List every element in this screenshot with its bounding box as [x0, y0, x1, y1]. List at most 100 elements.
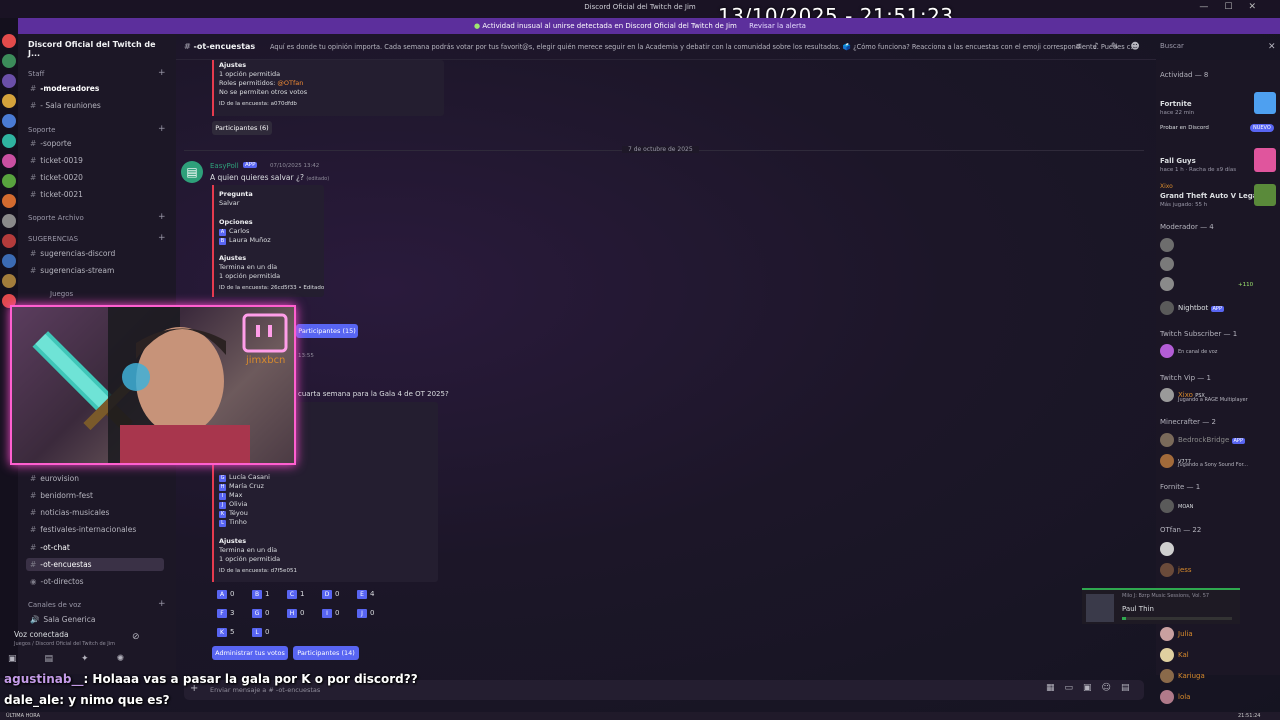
game-thumbnail[interactable]	[1254, 92, 1276, 114]
author-name[interactable]: EasyPoll	[210, 162, 239, 170]
server-icon[interactable]	[2, 114, 16, 128]
review-alert-button[interactable]: Revisar la alerta	[749, 22, 806, 30]
server-icon[interactable]	[2, 134, 16, 148]
soundboard-icon[interactable]: ✺	[117, 654, 153, 664]
activity-icon[interactable]: ✦	[81, 654, 117, 664]
add-channel-icon[interactable]: +	[158, 599, 166, 609]
vote-option-button[interactable]: D0	[322, 590, 339, 599]
channel-benidorm-fest[interactable]: # benidorm-fest	[30, 491, 93, 500]
add-channel-icon[interactable]: +	[158, 212, 166, 222]
vote-option-button[interactable]: J0	[357, 609, 374, 618]
voice-channel-sala-generica[interactable]: 🔊 Sala Generica	[30, 615, 95, 624]
member-item[interactable]: jess	[1160, 563, 1192, 577]
server-icon[interactable]	[2, 174, 16, 188]
close-icon[interactable]: ✕	[1248, 2, 1272, 12]
channel-moderadores[interactable]: # -moderadores	[30, 84, 99, 93]
pin-icon[interactable]: ✎	[1111, 42, 1131, 52]
game-thumbnail[interactable]	[1254, 148, 1276, 172]
member-item[interactable]: Nightbot APP	[1160, 301, 1224, 315]
member-name[interactable]: Xixo	[1160, 183, 1173, 190]
member-item[interactable]: lola	[1160, 690, 1190, 704]
role-mention[interactable]: @OTfan	[277, 79, 303, 87]
channel-sala-reuniones[interactable]: # - Sala reuniones	[30, 101, 101, 110]
maximize-icon[interactable]: ☐	[1224, 2, 1248, 12]
vote-option-button[interactable]: B1	[252, 590, 269, 599]
header-tools[interactable]: ⌗♪✎☻	[1076, 42, 1152, 52]
server-icon[interactable]	[2, 234, 16, 248]
server-icon[interactable]	[2, 194, 16, 208]
emoji-icon[interactable]: ☺	[1102, 683, 1121, 693]
vote-option-button[interactable]: L0	[252, 628, 269, 637]
category-canales-voz[interactable]: Canales de voz	[28, 601, 81, 609]
sticker-icon[interactable]: ▣	[1083, 683, 1102, 693]
activity-game[interactable]: Grand Theft Auto V Legacy	[1160, 192, 1266, 200]
channel-ticket-0020[interactable]: # ticket-0020	[30, 173, 83, 182]
search-input[interactable]: Buscar	[1156, 40, 1274, 54]
member-item[interactable]: En canal de voz	[1160, 344, 1217, 358]
channel-ticket-0019[interactable]: # ticket-0019	[30, 156, 83, 165]
voice-actions[interactable]: ▣▤✦✺	[8, 654, 152, 664]
member-item[interactable]	[1160, 542, 1178, 556]
vote-option-button[interactable]: K5	[217, 628, 234, 637]
server-icon[interactable]	[2, 74, 16, 88]
camera-icon[interactable]: ▣	[8, 654, 45, 664]
server-icon[interactable]	[2, 214, 16, 228]
activity-game[interactable]: Fortnite	[1160, 100, 1192, 108]
server-name[interactable]: Discord Oficial del Twitch de J...	[28, 40, 168, 58]
vote-option-button[interactable]: E4	[357, 590, 374, 599]
vote-option-button[interactable]: H0	[287, 609, 304, 618]
member-item[interactable]	[1160, 238, 1178, 252]
participants-button[interactable]: Participantes (14)	[293, 646, 359, 660]
member-item[interactable]: MOAN	[1160, 499, 1193, 513]
manage-votes-button[interactable]: Administrar tus votos	[212, 646, 288, 660]
category-staff[interactable]: Staff	[28, 70, 44, 78]
vote-option-button[interactable]: C1	[287, 590, 304, 599]
channel-topic[interactable]: Aquí es donde tu opinión importa. Cada s…	[270, 43, 1150, 51]
channel-soporte[interactable]: # -soporte	[30, 139, 72, 148]
composer-tools[interactable]: ▦▭▣☺▤	[1046, 683, 1139, 693]
members-icon[interactable]: ☻	[1130, 42, 1151, 52]
server-icon[interactable]	[2, 94, 16, 108]
activity-game[interactable]: Fall Guys	[1160, 157, 1196, 165]
share-screen-icon[interactable]: ▤	[45, 654, 82, 664]
channel-ticket-0021[interactable]: # ticket-0021	[30, 190, 83, 199]
member-item[interactable]: Julia	[1160, 627, 1193, 641]
member-item[interactable]: +110	[1160, 277, 1253, 291]
server-icon[interactable]	[2, 254, 16, 268]
server-icon[interactable]	[2, 154, 16, 168]
server-icon[interactable]	[2, 274, 16, 288]
gif-icon[interactable]: ▭	[1065, 683, 1084, 693]
vote-option-button[interactable]: G0	[252, 609, 269, 618]
threads-icon[interactable]: ⌗	[1076, 42, 1093, 52]
participants-button[interactable]: Participantes (15)	[296, 324, 358, 338]
participants-button[interactable]: Participantes (6)	[212, 121, 272, 135]
channel-eurovision[interactable]: # eurovision	[30, 474, 79, 483]
add-channel-icon[interactable]: +	[158, 68, 166, 78]
category-juegos[interactable]: Juegos	[50, 290, 73, 298]
server-icon[interactable]	[2, 34, 16, 48]
channel-sugerencias-stream[interactable]: # sugerencias-stream	[30, 266, 114, 275]
bell-icon[interactable]: ♪	[1093, 42, 1111, 52]
gift-icon[interactable]: ▦	[1046, 683, 1065, 693]
category-sugerencias[interactable]: SUGERENCIAS	[28, 235, 78, 243]
server-icon[interactable]	[2, 54, 16, 68]
easypoll-avatar[interactable]: ▤	[181, 161, 203, 183]
channel-sugerencias-discord[interactable]: # sugerencias-discord	[30, 249, 115, 258]
member-item[interactable]: Kariuga	[1160, 669, 1205, 683]
vote-option-button[interactable]: F3	[217, 609, 234, 618]
add-channel-icon[interactable]: +	[158, 124, 166, 134]
taskbar-clock[interactable]: 21:51:24	[1238, 713, 1260, 719]
channel-ot-chat[interactable]: # -ot-chat	[30, 543, 70, 552]
add-channel-icon[interactable]: +	[158, 233, 166, 243]
channel-festivales[interactable]: # festivales-internacionales	[30, 525, 136, 534]
minimize-icon[interactable]: —	[1199, 2, 1224, 12]
channel-ot-encuestas[interactable]: # -ot-encuestas	[26, 558, 164, 571]
game-thumbnail[interactable]	[1254, 184, 1276, 206]
try-in-discord[interactable]: Probar en Discord	[1160, 125, 1209, 131]
vote-option-button[interactable]: A0	[217, 590, 234, 599]
disconnect-icon[interactable]: ⊘	[132, 632, 140, 642]
member-item[interactable]: Kal	[1160, 648, 1189, 662]
member-item[interactable]: BedrockBridge APP	[1160, 433, 1245, 447]
channel-noticias-musicales[interactable]: # noticias-musicales	[30, 508, 109, 517]
vote-option-button[interactable]: I0	[322, 609, 339, 618]
